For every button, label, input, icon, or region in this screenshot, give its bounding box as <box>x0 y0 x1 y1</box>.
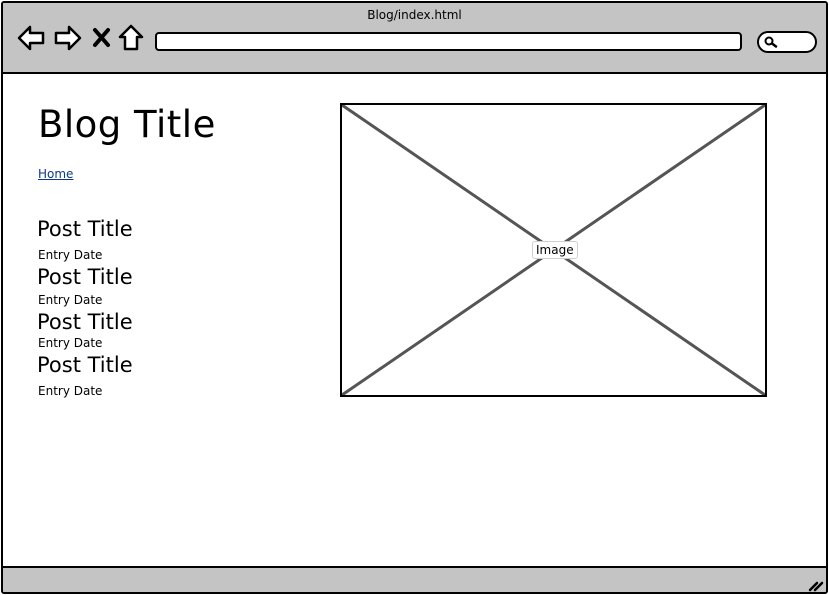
search-input[interactable] <box>757 31 817 53</box>
back-arrow-icon <box>17 25 45 51</box>
post-title[interactable]: Post Title <box>37 353 133 377</box>
image-label: Image <box>532 241 578 259</box>
status-bar <box>3 566 826 592</box>
browser-toolbar: Blog/index.html <box>3 3 826 74</box>
post-date: Entry Date <box>38 384 103 398</box>
home-link[interactable]: Home <box>38 167 73 181</box>
blog-title: Blog Title <box>38 103 216 146</box>
image-placeholder: Image <box>340 103 767 397</box>
back-button[interactable] <box>16 23 46 53</box>
stop-button[interactable] <box>92 23 112 53</box>
resize-grip-icon[interactable] <box>808 578 824 592</box>
home-button[interactable] <box>118 23 144 53</box>
post-date: Entry Date <box>38 293 103 307</box>
home-icon <box>118 24 144 51</box>
post-title[interactable]: Post Title <box>37 265 133 289</box>
post-date: Entry Date <box>38 336 103 350</box>
browser-window: Blog/index.html Blog Title Home Post Tit… <box>1 1 828 594</box>
post-date: Entry Date <box>38 248 103 262</box>
search-icon <box>764 36 778 48</box>
window-title: Blog/index.html <box>367 8 462 22</box>
forward-arrow-icon <box>54 25 82 51</box>
address-bar[interactable] <box>155 32 742 51</box>
forward-button[interactable] <box>53 23 83 53</box>
close-icon <box>93 28 110 47</box>
post-title[interactable]: Post Title <box>37 217 133 241</box>
post-title[interactable]: Post Title <box>37 310 133 334</box>
